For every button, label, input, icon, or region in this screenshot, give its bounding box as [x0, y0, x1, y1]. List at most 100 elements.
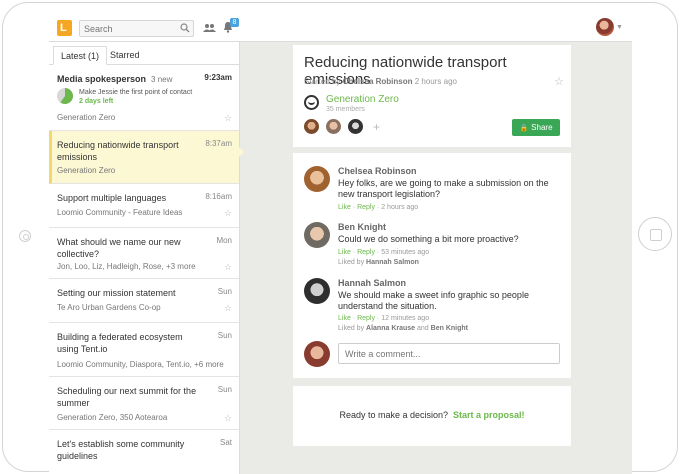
liked-by-name[interactable]: Hannah Salmon [366, 259, 419, 266]
thread-item[interactable]: Media spokesperson 3 new 9:23am Make Jes… [49, 65, 239, 131]
thread-group: Jon, Loo, Liz, Hadleigh, Rose, +3 more [57, 262, 196, 271]
loomio-logo[interactable]: L [57, 20, 72, 36]
commenter-avatar[interactable] [304, 278, 330, 304]
thread-item[interactable]: Building a federated ecosystem using Ten… [49, 323, 239, 377]
member-avatar[interactable] [348, 119, 363, 134]
thread-item[interactable]: Scheduling our next summit for the summe… [49, 377, 239, 430]
threads-sidebar: Latest (1) Starred Media spokesperson 3 … [49, 42, 244, 474]
share-label: Share [531, 123, 553, 132]
comment-body: We should make a sweet info graphic so p… [338, 290, 529, 311]
thread-item[interactable]: What should we name our new collective? … [49, 228, 239, 279]
top-bar: L 8 ▼ [49, 14, 632, 42]
like-link[interactable]: Like [338, 204, 351, 211]
liked-by-name[interactable]: Alanna Krause [366, 325, 415, 332]
chevron-down-icon[interactable]: ▼ [616, 24, 623, 31]
current-user-avatar[interactable] [304, 341, 330, 367]
star-icon[interactable]: ☆ [554, 75, 564, 88]
liked-prefix: Liked by [338, 259, 365, 266]
thread-time: 8:37am [205, 139, 232, 148]
tab-starred[interactable]: Starred [103, 46, 147, 65]
commenter-avatar[interactable] [304, 166, 330, 192]
lock-icon: 🔒 [519, 125, 529, 132]
notification-badge[interactable]: 8 [230, 18, 239, 27]
thread-time: Mon [216, 236, 232, 245]
start-proposal-link[interactable]: Start a proposal! [453, 410, 525, 420]
reply-link[interactable]: Reply [357, 204, 375, 211]
comment: Hannah Salmon We should make a sweet inf… [304, 278, 564, 336]
reply-link[interactable]: Reply [357, 315, 375, 322]
thread-title: Support multiple languages [57, 193, 167, 203]
thread-tabs: Latest (1) Starred [49, 42, 240, 65]
thread-time: Sun [217, 331, 232, 340]
commenter-avatar[interactable] [304, 222, 330, 248]
thread-title: Setting our mission statement [57, 288, 176, 298]
thread-group: Generation Zero, 350 Aotearoa [57, 413, 168, 422]
user-avatar[interactable] [596, 18, 614, 36]
star-icon[interactable]: ☆ [224, 113, 232, 124]
liked-by-name[interactable]: Ben Knight [431, 325, 468, 332]
proposal-prompt-text: Ready to make a decision? [339, 410, 449, 420]
discussion-meta: Started by Chelsea Robinson 2 hours ago [304, 77, 457, 86]
comment-actions: Like · Reply · 53 minutes ago [338, 249, 430, 256]
liked-by: Liked by Hannah Salmon [338, 259, 419, 266]
thread-item-selected[interactable]: Reducing nationwide transport emissions … [49, 131, 239, 184]
proposal-progress-pie [57, 88, 73, 104]
search-input[interactable] [84, 22, 174, 35]
thread-group: Generation Zero [57, 166, 116, 175]
thread-title-text: Media spokesperson [57, 74, 147, 84]
proposal-summary: Make Jessie the first point of contact 2… [79, 88, 192, 106]
commenter-name[interactable]: Chelsea Robinson [338, 166, 417, 176]
tab-latest[interactable]: Latest (1) [53, 46, 108, 65]
thread-time: 8:16am [205, 192, 232, 201]
star-icon[interactable]: ☆ [224, 208, 232, 219]
liked-prefix: Liked by [338, 325, 365, 332]
groups-icon[interactable] [203, 23, 216, 33]
comment-time: 12 minutes ago [381, 315, 430, 322]
thread-time: Sun [217, 287, 232, 296]
search-icon[interactable] [180, 23, 190, 33]
proposal-text: Make Jessie the first point of contact [79, 89, 193, 96]
comment-input[interactable] [338, 343, 560, 364]
commenter-name[interactable]: Ben Knight [338, 222, 386, 232]
thread-title: Scheduling our next summit for the summe… [57, 386, 197, 408]
thread-title: What should we name our new collective? [57, 237, 181, 259]
commenter-name[interactable]: Hannah Salmon [338, 278, 406, 288]
thread-title: Reducing nationwide transport emissions [57, 140, 179, 162]
star-icon[interactable]: ☆ [224, 262, 232, 273]
thread-time: 9:23am [204, 73, 232, 82]
app-screen: L 8 ▼ Latest (1) [49, 14, 632, 474]
comments-card: Chelsea Robinson Hey folks, are we going… [293, 153, 571, 378]
member-avatar[interactable] [326, 119, 341, 134]
thread-time: Sat [219, 438, 232, 447]
group-logo[interactable] [304, 95, 319, 110]
logo-mark: L [60, 22, 67, 34]
tablet-device: L 8 ▼ Latest (1) [0, 0, 680, 474]
share-button[interactable]: 🔒 Share [512, 119, 560, 136]
home-button[interactable] [638, 217, 672, 251]
comment-time: 2 hours ago [381, 204, 419, 211]
started-time: 2 hours ago [414, 77, 457, 86]
star-icon[interactable]: ☆ [224, 413, 232, 424]
camera-icon [19, 230, 31, 242]
thread-title: Building a federated ecosystem using Ten… [57, 332, 183, 354]
member-avatar[interactable] [304, 119, 319, 134]
reply-link[interactable]: Reply [357, 249, 375, 256]
comment: Chelsea Robinson Hey folks, are we going… [304, 166, 564, 216]
thread-item[interactable]: Let's establish some community guideline… [49, 430, 239, 474]
thread-item[interactable]: Support multiple languages 8:16am Loomio… [49, 184, 239, 228]
discussion-author[interactable]: Chelsea Robinson [343, 77, 413, 86]
comment-body: Hey folks, are we going to make a submis… [338, 178, 549, 199]
star-icon[interactable]: ☆ [224, 303, 232, 314]
group-name[interactable]: Generation Zero [326, 94, 399, 105]
add-member-icon[interactable]: + [373, 120, 380, 134]
comment-actions: Like · Reply · 2 hours ago [338, 204, 419, 211]
thread-item[interactable]: Setting our mission statement Sun Te Aro… [49, 279, 239, 323]
proposal-deadline: 2 days left [79, 98, 114, 105]
thread-group: Loomio Community, Diaspora, Tent.io, +6 … [57, 360, 224, 369]
proposal-card: Ready to make a decision? Start a propos… [293, 386, 571, 446]
liked-by: Liked by Alanna Krause and Ben Knight [338, 325, 468, 332]
like-link[interactable]: Like [338, 315, 351, 322]
like-link[interactable]: Like [338, 249, 351, 256]
comment: Ben Knight Could we do something a bit m… [304, 222, 564, 272]
search-box [79, 20, 194, 37]
